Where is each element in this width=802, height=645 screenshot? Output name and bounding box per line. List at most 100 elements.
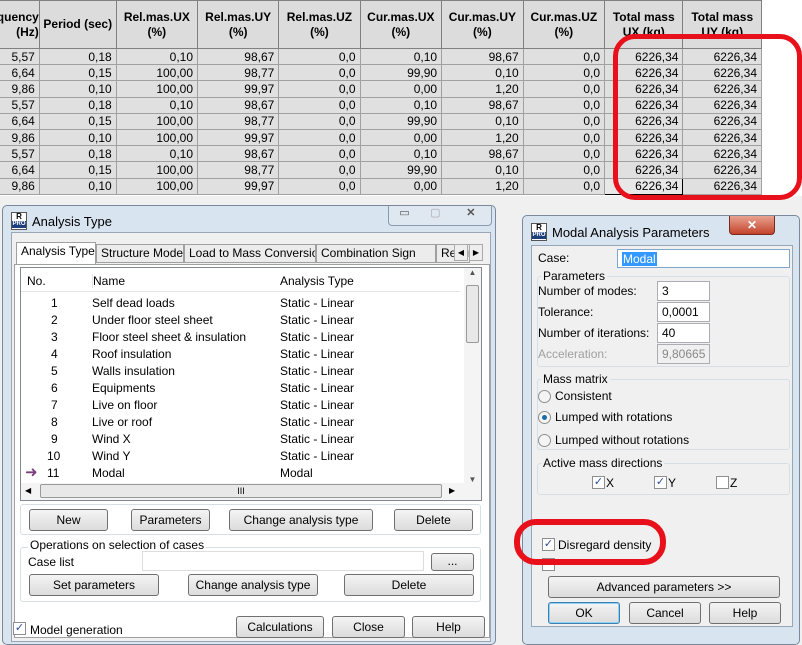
table-cell[interactable]: 98,77: [197, 64, 280, 82]
list-item[interactable]: 10 Wind Y Static - Linear: [21, 448, 461, 465]
table-cell[interactable]: 9,86: [0, 128, 40, 147]
table-cell[interactable]: 0,0: [522, 47, 606, 66]
table-cell[interactable]: 100,00: [115, 177, 199, 195]
delete-button[interactable]: Delete: [394, 509, 473, 531]
table-cell[interactable]: 0,0: [522, 96, 606, 114]
close-button-footer[interactable]: Close: [332, 616, 405, 638]
table-cell[interactable]: 0,0: [278, 112, 361, 130]
advanced-parameters-button[interactable]: Advanced parameters >>: [548, 576, 780, 598]
table-cell[interactable]: 99,97: [197, 177, 280, 195]
table-cell[interactable]: 0,0: [278, 96, 361, 114]
table-cell[interactable]: 0,00: [359, 128, 443, 147]
table-cell[interactable]: 1,20: [441, 80, 524, 98]
col-name[interactable]: Name: [92, 274, 125, 288]
table-cell[interactable]: 0,00: [359, 177, 443, 195]
column-header[interactable]: Cur.mas.UZ (%): [522, 0, 606, 49]
table-cell[interactable]: 100,00: [115, 112, 199, 130]
ok-button[interactable]: OK: [548, 602, 620, 624]
col-type[interactable]: Analysis Type: [280, 274, 354, 288]
table-cell[interactable]: 5,57: [0, 96, 40, 114]
column-header[interactable]: Frequency (Hz): [0, 0, 40, 49]
table-cell[interactable]: 98,67: [441, 96, 524, 114]
table-cell[interactable]: 0,0: [522, 80, 606, 98]
parameters-button[interactable]: Parameters: [131, 509, 210, 531]
table-cell[interactable]: 9,86: [0, 177, 40, 195]
table-cell[interactable]: 0,18: [38, 96, 117, 114]
help-button[interactable]: Help: [412, 616, 485, 638]
tab-structure-model[interactable]: Structure Model: [96, 244, 184, 263]
table-cell[interactable]: 0,0: [278, 177, 361, 195]
table-cell[interactable]: 0,0: [522, 177, 606, 195]
table-cell[interactable]: 0,18: [38, 47, 117, 66]
table-cell[interactable]: 0,15: [38, 112, 117, 130]
close-button[interactable]: ✕: [729, 216, 775, 235]
direction-y-checkbox[interactable]: ✓: [654, 476, 667, 489]
table-cell[interactable]: 0,0: [278, 128, 361, 147]
table-cell[interactable]: 100,00: [115, 80, 199, 98]
set-parameters-button[interactable]: Set parameters: [29, 574, 159, 596]
table-cell[interactable]: 0,0: [278, 64, 361, 82]
direction-x-checkbox[interactable]: ✓: [592, 476, 605, 489]
table-cell[interactable]: 0,10: [359, 96, 443, 114]
table-cell[interactable]: 0,0: [522, 128, 606, 147]
consistent-radio[interactable]: [538, 390, 551, 403]
table-cell[interactable]: 6,64: [0, 161, 40, 179]
table-cell[interactable]: 100,00: [115, 161, 199, 179]
table-cell[interactable]: 5,57: [0, 145, 40, 163]
minimize-button[interactable]: ▭: [389, 206, 420, 225]
list-item[interactable]: 2 Under floor steel sheet Static - Linear: [21, 312, 461, 329]
list-item[interactable]: 9 Wind X Static - Linear: [21, 431, 461, 448]
lumped-without-rotations-radio[interactable]: [538, 434, 551, 447]
table-cell[interactable]: 0,10: [441, 112, 524, 130]
table-cell[interactable]: 0,10: [115, 47, 199, 66]
table-cell[interactable]: 0,10: [115, 145, 199, 163]
table-cell[interactable]: 5,57: [0, 47, 40, 66]
table-cell[interactable]: 0,18: [38, 145, 117, 163]
table-cell[interactable]: 0,0: [522, 64, 606, 82]
table-cell[interactable]: 0,0: [278, 47, 361, 66]
tab-load-to-mass-conversion[interactable]: Load to Mass Conversion: [184, 244, 316, 263]
list-item[interactable]: 5 Walls insulation Static - Linear: [21, 363, 461, 380]
table-cell[interactable]: 99,97: [197, 128, 280, 147]
list-item[interactable]: 8 Live or roof Static - Linear: [21, 414, 461, 431]
tab-scroll-right[interactable]: ▶: [469, 244, 483, 261]
help-button[interactable]: Help: [709, 602, 781, 624]
table-cell[interactable]: 0,0: [522, 112, 606, 130]
table-cell[interactable]: 0,10: [359, 145, 443, 163]
table-cell[interactable]: 98,77: [197, 112, 280, 130]
tab-analysis-types[interactable]: Analysis Types: [16, 242, 96, 264]
model-generation-checkbox[interactable]: ✓: [13, 622, 26, 635]
list-item[interactable]: 6 Equipments Static - Linear: [21, 380, 461, 397]
table-cell[interactable]: 98,67: [197, 47, 280, 66]
table-cell[interactable]: 100,00: [115, 128, 199, 147]
scroll-left-icon[interactable]: ◀: [25, 486, 31, 495]
table-cell[interactable]: 0,10: [38, 80, 117, 98]
case-list-input[interactable]: [142, 551, 424, 571]
table-cell[interactable]: 9,86: [0, 80, 40, 98]
table-cell[interactable]: 99,97: [197, 80, 280, 98]
column-header[interactable]: Rel.mas.UZ (%): [278, 0, 361, 49]
case-input[interactable]: Modal: [617, 249, 790, 268]
table-cell[interactable]: 0,10: [115, 96, 199, 114]
list-item[interactable]: ➜ 11 Modal Modal: [21, 464, 461, 482]
iterations-input[interactable]: 40: [657, 323, 710, 343]
table-cell[interactable]: 99,90: [359, 64, 443, 82]
column-header[interactable]: Cur.mas.UX (%): [359, 0, 443, 49]
scroll-right-icon[interactable]: ▶: [449, 486, 455, 495]
cancel-button[interactable]: Cancel: [629, 602, 701, 624]
close-button[interactable]: ✕: [451, 206, 491, 225]
table-cell[interactable]: 0,10: [38, 177, 117, 195]
table-cell[interactable]: 0,0: [522, 161, 606, 179]
table-cell[interactable]: 0,10: [441, 161, 524, 179]
list-item[interactable]: 3 Floor steel sheet & insulation Static - …: [21, 329, 461, 346]
column-header[interactable]: Period (sec): [38, 0, 117, 49]
tolerance-input[interactable]: 0,0001: [657, 302, 710, 322]
table-cell[interactable]: 99,90: [359, 112, 443, 130]
table-cell[interactable]: 0,0: [278, 145, 361, 163]
tab-combination-sign[interactable]: Combination Sign: [316, 244, 436, 263]
scroll-up-icon[interactable]: ▲: [464, 268, 481, 277]
change-analysis-type-selection-button[interactable]: Change analysis type: [188, 574, 318, 596]
list-item[interactable]: 1 Self dead loads Static - Linear: [21, 295, 461, 312]
table-cell[interactable]: 0,00: [359, 80, 443, 98]
table-cell[interactable]: 100,00: [115, 64, 199, 82]
